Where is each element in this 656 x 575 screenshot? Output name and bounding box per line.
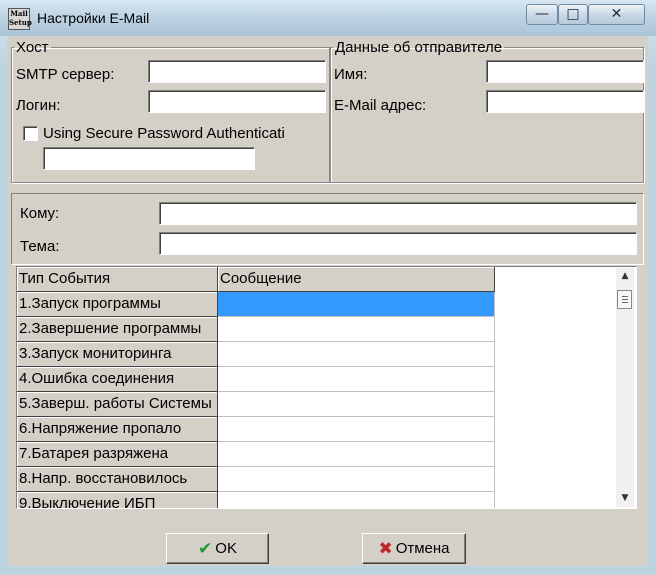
event-type-cell[interactable]: 5.Заверш. работы Системы (17, 392, 218, 417)
host-group-legend: Хост (16, 39, 49, 56)
message-cell[interactable] (218, 292, 495, 317)
smtp-server-input[interactable] (148, 60, 326, 83)
message-cell[interactable] (218, 467, 495, 492)
message-cell[interactable] (218, 492, 495, 508)
cancel-button-label: Отмена (395, 540, 450, 557)
scroll-up-arrow-icon[interactable]: ▲ (616, 268, 634, 285)
message-cell[interactable] (218, 392, 495, 417)
ok-button-label: OK (215, 540, 237, 557)
column-header-message[interactable]: Сообщение (218, 267, 495, 292)
password-input[interactable] (43, 147, 255, 170)
maximize-button[interactable]: □ (558, 4, 588, 25)
scroll-down-arrow-icon[interactable]: ▼ (616, 490, 634, 507)
close-button[interactable]: ✕ (588, 4, 645, 25)
title-bar[interactable]: Mail Setup Настройки E-Mail — □ ✕ (0, 0, 656, 36)
message-cell[interactable] (218, 317, 495, 342)
event-type-cell[interactable]: 9.Выключение ИБП (17, 492, 218, 508)
ok-button[interactable]: ✔ OK (166, 533, 269, 564)
event-type-cell[interactable]: 7.Батарея разряжена (17, 442, 218, 467)
event-type-cell[interactable]: 4.Ошибка соединения (17, 367, 218, 392)
dialog-body: Хост SMTP сервер: Логин: Using Secure Pa… (7, 36, 648, 566)
scroll-thumb[interactable] (617, 290, 632, 309)
event-type-cell[interactable]: 1.Запуск программы (17, 292, 218, 317)
subject-label: Тема: (20, 238, 60, 255)
sender-email-input[interactable] (486, 90, 644, 113)
column-header-event-type[interactable]: Тип События (17, 267, 218, 292)
sender-name-input[interactable] (486, 60, 644, 83)
spa-label: Using Secure Password Authenticati (43, 125, 285, 142)
event-type-cell[interactable]: 8.Напр. восстановилось (17, 467, 218, 492)
login-input[interactable] (148, 90, 326, 113)
event-type-cell[interactable]: 6.Напряжение пропало (17, 417, 218, 442)
login-label: Логин: (16, 97, 61, 114)
message-cell[interactable] (218, 417, 495, 442)
cross-icon: ✖ (378, 539, 393, 559)
to-label: Кому: (20, 205, 60, 222)
mail-setup-app-icon: Mail Setup (8, 8, 32, 30)
smtp-server-label: SMTP сервер: (16, 66, 115, 83)
check-icon: ✔ (198, 539, 213, 559)
message-cell[interactable] (218, 342, 495, 367)
event-type-cell[interactable]: 3.Запуск мониторинга (17, 342, 218, 367)
sender-name-label: Имя: (334, 66, 368, 83)
message-cell[interactable] (218, 367, 495, 392)
subject-input[interactable] (159, 232, 637, 255)
sender-group-legend: Данные об отправителе (335, 39, 503, 56)
grid-vertical-scrollbar[interactable]: ▲ ▼ (616, 268, 634, 507)
events-grid[interactable]: Тип События Сообщение 1.Запуск программы… (16, 266, 637, 509)
event-type-cell[interactable]: 2.Завершение программы (17, 317, 218, 342)
cancel-button[interactable]: ✖ Отмена (362, 533, 466, 564)
spa-checkbox[interactable] (23, 126, 38, 141)
minimize-button[interactable]: — (526, 4, 558, 25)
to-input[interactable] (159, 202, 637, 225)
sender-email-label: E-Mail адрес: (334, 97, 427, 114)
message-cell[interactable] (218, 442, 495, 467)
window-title: Настройки E-Mail (37, 10, 150, 26)
